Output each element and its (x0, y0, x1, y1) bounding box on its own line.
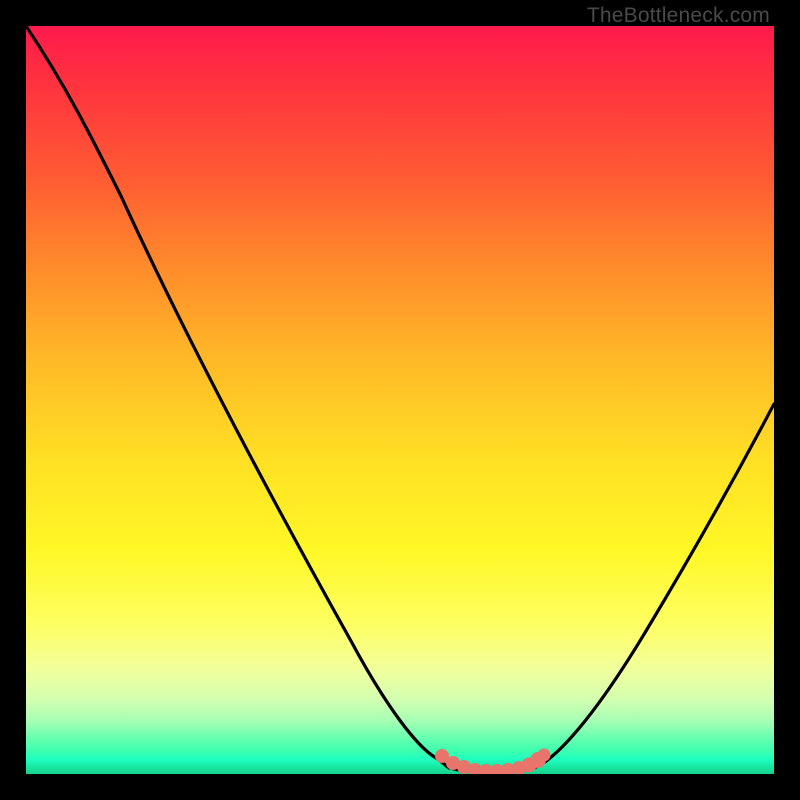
chart-frame (26, 26, 774, 774)
attribution-label: TheBottleneck.com (587, 4, 770, 28)
bottleneck-line-chart (26, 26, 774, 774)
bottleneck-curve-path (26, 26, 774, 772)
